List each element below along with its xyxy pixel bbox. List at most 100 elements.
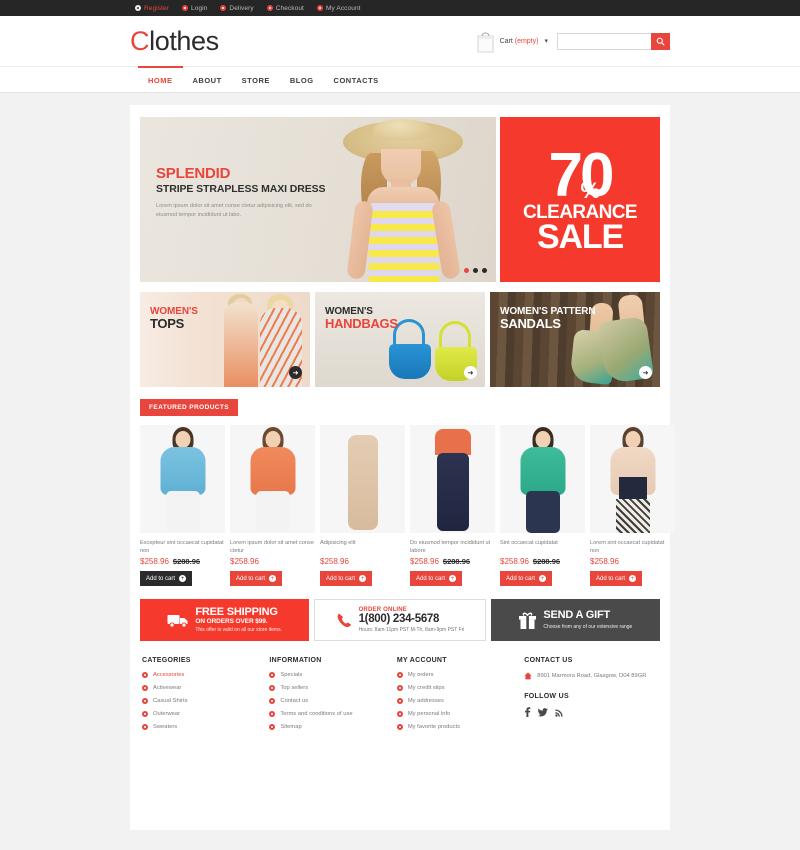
footer-link-my-addresses[interactable]: My addresses: [396, 698, 524, 704]
plus-icon: +: [449, 575, 457, 582]
add-to-cart-button[interactable]: Add to cart +: [410, 571, 463, 586]
chevron-down-icon[interactable]: ▾: [544, 37, 548, 45]
category-banner-tops[interactable]: WOMEN'S TOPS ➜: [140, 292, 310, 387]
add-to-cart-button[interactable]: Add to cart +: [140, 571, 193, 586]
product-title[interactable]: Sint occaecat cupidatat: [500, 539, 585, 554]
shipping-line2: ON ORDERS OVER $99.: [195, 618, 268, 626]
product-image[interactable]: [230, 425, 315, 533]
cart-label: Cart (empty): [499, 37, 539, 45]
product-title[interactable]: Adipisicing elit: [320, 539, 405, 554]
product-price: $258.96: [140, 557, 169, 566]
bullet-dot-icon: [142, 724, 148, 730]
slider-dot-1[interactable]: [464, 268, 469, 273]
product-image[interactable]: [500, 425, 585, 533]
product-price: $258.96: [500, 557, 529, 566]
hero-slider[interactable]: SPLENDID STRIPE STRAPLESS MAXI DRESS Lor…: [140, 117, 496, 282]
top-link-login[interactable]: Login: [182, 5, 207, 12]
category-banner-sandals[interactable]: WOMEN'S PATTERN SANDALS ➜: [490, 292, 660, 387]
search-icon: [656, 37, 665, 46]
clearance-sale-banner[interactable]: 70% CLEARANCE SALE: [500, 117, 660, 282]
add-to-cart-label: Add to cart: [506, 575, 536, 582]
product-title[interactable]: Lorem ipsum dolor sit amet conse ctetur: [230, 539, 315, 554]
nav-item-store[interactable]: STORE: [232, 66, 280, 92]
add-to-cart-button[interactable]: Add to cart +: [230, 571, 283, 586]
facebook-icon[interactable]: [524, 707, 531, 718]
main-navigation: HOME ABOUT STORE BLOG CONTACTS: [0, 66, 800, 93]
add-to-cart-button[interactable]: Add to cart +: [590, 571, 643, 586]
product-image[interactable]: [590, 425, 675, 533]
shipping-subtext: This offer is valid on all our store ite…: [195, 627, 282, 634]
footer-link-my-favorite-products[interactable]: My favorite products: [396, 724, 524, 730]
truck-icon: [167, 613, 189, 628]
top-link-my-account[interactable]: My Account: [316, 5, 361, 12]
add-to-cart-label: Add to cart: [416, 575, 446, 582]
promo-order-online[interactable]: ORDER ONLINE 1(800) 234-5678 Hours: 8am-…: [314, 599, 486, 641]
login-dot-icon: [182, 5, 189, 11]
bullet-dot-icon: [269, 698, 276, 704]
category-line2: SANDALS: [500, 316, 561, 331]
shipping-line1: FREE SHIPPING: [195, 605, 278, 618]
search-form[interactable]: [557, 32, 670, 50]
page-content: SPLENDID STRIPE STRAPLESS MAXI DRESS Lor…: [0, 93, 800, 850]
gift-subtext: Choose from any of our extensive range: [543, 623, 633, 630]
product-image[interactable]: [320, 425, 405, 533]
search-input[interactable]: [557, 32, 651, 50]
product-price-row: $258.96: [320, 557, 405, 566]
promo-send-a-gift[interactable]: SEND A GIFT Choose from any of our exten…: [490, 599, 660, 641]
slider-dot-3[interactable]: [482, 268, 487, 273]
search-button[interactable]: [651, 32, 670, 50]
featured-products-list: Excepteur sint occaecat cupidatat non $2…: [140, 425, 675, 586]
top-link-delivery[interactable]: Delivery: [220, 5, 254, 12]
product-price-row: $258.96 $288.96: [410, 557, 495, 566]
rss-icon[interactable]: [555, 708, 564, 717]
arrow-right-icon[interactable]: ➜: [289, 366, 302, 379]
product-title[interactable]: Do eiusmod tempor incididunt ut labore: [410, 539, 495, 554]
top-link-register[interactable]: Register: [135, 5, 169, 12]
follow-us-heading: FOLLOW US: [524, 693, 569, 701]
footer-link-sitemap[interactable]: Sitemap: [269, 724, 396, 730]
slider-dot-2[interactable]: [473, 268, 478, 273]
cart-state: (empty): [514, 37, 539, 45]
add-to-cart-button[interactable]: Add to cart +: [320, 571, 373, 586]
nav-item-about[interactable]: ABOUT: [183, 66, 232, 92]
footer-link-my-personal-info[interactable]: My personal info: [396, 711, 524, 717]
add-to-cart-button[interactable]: Add to cart +: [500, 571, 553, 586]
bullet-dot-icon: [269, 685, 276, 691]
bullet-dot-icon: [396, 672, 403, 678]
top-link-checkout[interactable]: Checkout: [266, 5, 304, 12]
footer-link-top-sellers[interactable]: Top sellers: [269, 685, 396, 691]
site-logo[interactable]: Clothes: [130, 26, 219, 57]
top-link-label: Register: [144, 4, 170, 12]
nav-item-home[interactable]: HOME: [138, 66, 183, 92]
footer-link-casual-shirts[interactable]: Casual Shirts: [142, 698, 269, 704]
nav-item-blog[interactable]: BLOG: [280, 66, 324, 92]
hero-slider-dots: [464, 268, 487, 273]
bullet-dot-icon: [142, 685, 148, 691]
product-image[interactable]: [410, 425, 495, 533]
footer-link-activewear[interactable]: Activewear: [142, 685, 269, 691]
bullet-dot-icon: [396, 724, 403, 730]
cart-block[interactable]: Cart (empty) ▾: [477, 30, 548, 53]
order-phone-number: 1(800) 234-5678: [358, 613, 440, 625]
footer-link-my-credit-slips[interactable]: My credit slips: [396, 685, 524, 691]
product-title[interactable]: Excepteur sint occaecat cupidatat non: [140, 539, 225, 554]
nav-item-contacts[interactable]: CONTACTS: [324, 66, 389, 92]
site-footer: CATEGORIES Accessories Activewear Casual…: [140, 657, 660, 737]
twitter-icon[interactable]: [538, 707, 549, 717]
footer-link-contact-us[interactable]: Contact us: [269, 698, 396, 704]
promo-free-shipping[interactable]: FREE SHIPPING ON ORDERS OVER $99. This o…: [140, 599, 310, 641]
footer-link-accessories[interactable]: Accessories: [142, 672, 269, 678]
arrow-right-icon[interactable]: ➜: [639, 366, 652, 379]
footer-link-terms[interactable]: Terms and conditions of use: [269, 711, 396, 717]
plus-icon: +: [269, 575, 277, 582]
product-title[interactable]: Lorem sint occaecat cupidatat non: [590, 539, 675, 554]
product-image[interactable]: [140, 425, 225, 533]
arrow-right-icon[interactable]: ➜: [464, 366, 477, 379]
bullet-dot-icon: [142, 672, 148, 678]
footer-link-outerwear[interactable]: Outerwear: [142, 711, 269, 717]
footer-link-sweaters[interactable]: Sweaters: [142, 724, 269, 730]
category-banner-handbags[interactable]: WOMEN'S HANDBAGS ➜: [315, 292, 485, 387]
footer-link-specials[interactable]: Specials: [269, 672, 396, 678]
product-price: $258.96: [320, 557, 349, 566]
footer-link-my-orders[interactable]: My orders: [396, 672, 524, 678]
